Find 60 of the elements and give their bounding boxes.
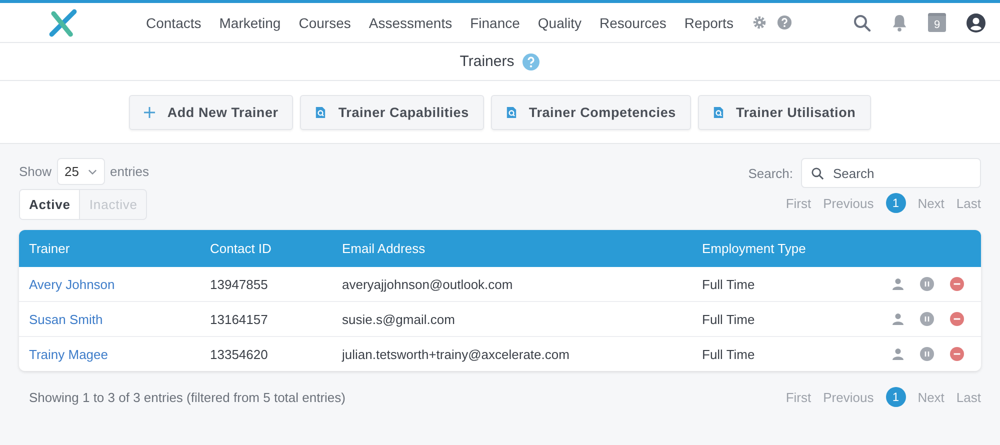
pause-icon[interactable] <box>920 347 934 361</box>
report-button[interactable]: Trainer Capabilities <box>300 94 484 130</box>
entries-label: entries <box>110 164 150 179</box>
plus-icon <box>144 106 156 118</box>
table-cell-text: susie.s@gmail.com <box>341 312 456 326</box>
column-header[interactable]: Email Address <box>332 241 692 256</box>
table-cell-text: 13164157 <box>209 312 269 326</box>
nav-link[interactable]: Quality <box>528 14 590 30</box>
column-header[interactable]: Contact ID <box>200 241 332 256</box>
person-icon[interactable] <box>892 348 904 360</box>
calendar-icon[interactable]: 9 <box>928 13 946 32</box>
remove-icon[interactable] <box>950 312 964 326</box>
settings-icon[interactable] <box>752 15 768 30</box>
nav-link[interactable]: Resources <box>590 14 676 30</box>
person-icon[interactable] <box>892 278 904 290</box>
pause-icon[interactable] <box>920 277 934 291</box>
chevron-down-icon <box>88 168 97 174</box>
table-cell-text: 13947855 <box>209 276 269 292</box>
search-label: Search: <box>748 166 793 180</box>
table-cell-text: julian.tetsworth+trainy@axcelerate.com <box>340 346 570 362</box>
nav-link[interactable]: Assessments <box>360 14 462 30</box>
report-button[interactable]: Trainer Competencies <box>490 94 691 130</box>
trainer-name-link[interactable]: Susan Smith <box>29 312 103 326</box>
user-avatar-icon[interactable] <box>966 12 986 32</box>
table-cell-text: averyajjohnson@outlook.com <box>341 276 514 292</box>
page-number-button[interactable]: 1 <box>886 387 906 407</box>
trainer-name-link[interactable]: Trainy Magee <box>29 346 108 362</box>
bell-icon[interactable] <box>891 13 908 32</box>
nav-link[interactable]: Marketing <box>210 14 290 30</box>
trainer-name-link[interactable]: Avery Johnson <box>29 276 115 292</box>
show-label: Show <box>19 164 52 179</box>
pause-icon[interactable] <box>920 312 934 326</box>
person-icon[interactable] <box>892 313 904 325</box>
entries-select[interactable]: 25 <box>56 158 105 185</box>
column-header[interactable]: Trainer <box>19 241 200 256</box>
table-cell-text: Full Time <box>701 276 756 292</box>
help-icon[interactable] <box>777 15 792 30</box>
nav-link[interactable]: Finance <box>461 14 529 30</box>
document-search-icon <box>712 106 724 118</box>
add-trainer-button[interactable]: Add New Trainer <box>129 94 294 130</box>
page-title: Trainers <box>460 53 514 70</box>
search-field[interactable]: Search <box>801 158 981 188</box>
table-cell-text: Full Time <box>701 312 756 326</box>
report-button[interactable]: Trainer Utilisation <box>698 94 871 130</box>
nav-link[interactable]: Courses <box>290 14 360 30</box>
search-icon <box>811 167 824 180</box>
help-icon[interactable] <box>522 52 540 70</box>
document-search-icon <box>315 106 326 118</box>
page-number-button[interactable]: 1 <box>886 193 906 213</box>
nav-link[interactable]: Contacts <box>137 14 210 30</box>
column-header[interactable]: Employment Type <box>692 241 861 256</box>
remove-icon[interactable] <box>950 277 964 291</box>
search-icon[interactable] <box>853 14 871 32</box>
document-search-icon <box>506 106 517 118</box>
filter-tab[interactable]: Active <box>20 190 80 219</box>
nav-link[interactable]: Reports <box>675 14 742 30</box>
entries-info-text: Showing 1 to 3 of 3 entries (filtered from 5 total entries) <box>29 390 346 404</box>
remove-icon[interactable] <box>950 347 964 361</box>
table-cell-text: Full Time <box>701 346 756 362</box>
table-cell-text: 13354620 <box>209 346 269 362</box>
